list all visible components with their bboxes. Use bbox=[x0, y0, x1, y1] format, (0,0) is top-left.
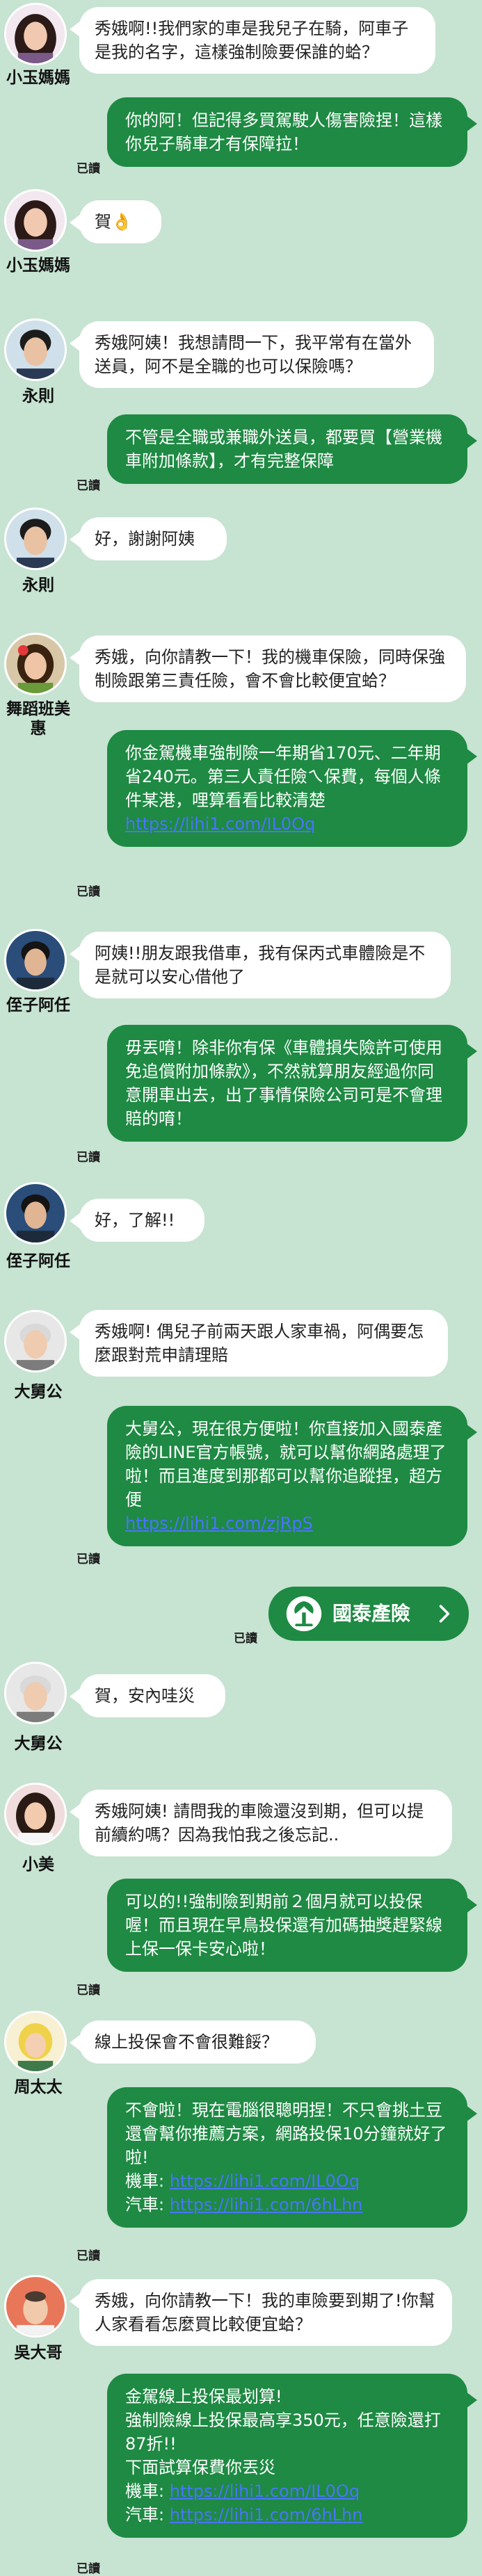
message-bubble: 秀娥阿姨! 請問我的車險還沒到期，但可以提前續約嗎？因為我怕我之後忘記.. bbox=[70, 1790, 452, 1856]
read-receipt: 已讀 bbox=[77, 162, 100, 176]
avatar[interactable] bbox=[4, 1783, 67, 1845]
message-bubble: 你的阿！但記得多買駕駛人傷害險捏！這樣你兒子騎車才有保障拉！ bbox=[107, 97, 477, 167]
avatar[interactable] bbox=[4, 2275, 67, 2338]
sender-name: 小美 bbox=[22, 1856, 54, 1874]
link-label: 汽車: bbox=[125, 2505, 170, 2525]
message-bubble: 線上投保會不會很難餒？ bbox=[70, 2020, 316, 2064]
sender-name: 永則 bbox=[22, 576, 54, 594]
message-bubble: 秀娥啊!!我們家的車是我兒子在騎，阿車子是我的名字，這樣強制險要保誰的蛤？ bbox=[70, 7, 435, 74]
avatar[interactable] bbox=[4, 189, 67, 252]
avatar[interactable] bbox=[4, 929, 67, 991]
read-receipt: 已讀 bbox=[77, 2249, 100, 2263]
message-bubble: 秀娥啊! 偶兒子前兩天跟人家車禍，阿偶要怎麼跟對荒申請理賠 bbox=[70, 1310, 448, 1377]
avatar[interactable] bbox=[4, 2011, 67, 2073]
message-bubble: 不管是全職或兼職外送員，都要買【營業機車附加條款】，才有完整保障 bbox=[107, 414, 477, 484]
message-link[interactable]: https://lihi1.com/6hLhn bbox=[170, 2505, 363, 2525]
message-text: 你金駕機車強制險一年期省170元、二年期省240元。第三人責任險ㄟ保費，每個人條… bbox=[125, 743, 441, 810]
message-bubble: 可以的!!強制險到期前２個月就可以投保喔！而且現在早鳥投保還有加碼抽獎趕緊線上保… bbox=[107, 1879, 477, 1972]
message-bubble: 毋丟唷！除非你有保《車體損失險許可使用免追償附加條款》，不然就算朋友經過你同意開… bbox=[107, 1025, 477, 1142]
message-bubble: 秀娥阿姨！我想請問一下，我平常有在當外送員，阿不是全職的也可以保險嗎？ bbox=[70, 321, 434, 388]
message-bubble: 阿姨!!朋友跟我借車，我有保丙式車體險是不是就可以安心借他了 bbox=[70, 932, 451, 998]
sender-name: 大舅公 bbox=[14, 1735, 63, 1753]
sender-name: 侄子阿任 bbox=[6, 1252, 70, 1270]
official-account-card[interactable]: 國泰產險 bbox=[268, 1587, 469, 1641]
read-receipt: 已讀 bbox=[234, 1632, 257, 1646]
avatar[interactable] bbox=[4, 1310, 67, 1372]
read-receipt: 已讀 bbox=[77, 2562, 100, 2576]
sender-name: 大舅公 bbox=[14, 1383, 63, 1401]
read-receipt: 已讀 bbox=[77, 479, 100, 493]
message-bubble: 你金駕機車強制險一年期省170元、二年期省240元。第三人責任險ㄟ保費，每個人條… bbox=[107, 730, 477, 847]
avatar[interactable] bbox=[4, 508, 67, 570]
link-label: 機車: bbox=[125, 2481, 170, 2501]
message-text: 大舅公，現在很方便啦！你直接加入國泰產險的LINE官方帳號，就可以幫你網路處理了… bbox=[125, 1419, 447, 1509]
message-link[interactable]: https://lihi1.com/IL0Oq bbox=[170, 2481, 360, 2501]
link-label: 汽車: bbox=[125, 2195, 170, 2214]
avatar[interactable] bbox=[4, 1662, 67, 1724]
avatar[interactable] bbox=[4, 3, 67, 65]
sender-name: 吳大哥 bbox=[14, 2344, 63, 2362]
message-bubble: 不會啦！現在電腦很聰明捏！不只會挑土豆還會幫你推薦方案，網路投保10分鐘就好了啦… bbox=[107, 2087, 477, 2228]
read-receipt: 已讀 bbox=[77, 1151, 100, 1165]
read-receipt: 已讀 bbox=[77, 1553, 100, 1566]
sender-name: 永則 bbox=[22, 387, 54, 405]
link-label: 機車: bbox=[125, 2171, 170, 2191]
message-bubble: 金駕線上投保最划算! 強制險線上投保最高享350元，任意險還打87折!! 下面試… bbox=[107, 2374, 477, 2538]
sender-name: 周太太 bbox=[14, 2078, 63, 2096]
sender-name: 侄子阿任 bbox=[6, 996, 70, 1014]
message-text: 金駕線上投保最划算! 強制險線上投保最高享350元，任意險還打87折!! 下面試… bbox=[125, 2387, 441, 2477]
message-link[interactable]: https://lihi1.com/IL0Oq bbox=[170, 2171, 360, 2191]
message-bubble: 賀👌 bbox=[70, 200, 161, 243]
avatar[interactable] bbox=[4, 318, 67, 381]
message-link[interactable]: https://lihi1.com/6hLhn bbox=[170, 2195, 363, 2214]
card-title: 國泰產險 bbox=[332, 1602, 411, 1625]
chevron-right-icon bbox=[439, 1605, 450, 1623]
cathay-logo-icon bbox=[286, 1596, 322, 1632]
message-bubble: 賀，安內哇災 bbox=[70, 1674, 225, 1717]
sender-name: 小玉媽媽 bbox=[6, 69, 70, 87]
message-bubble: 好，了解!! bbox=[70, 1199, 204, 1242]
message-bubble: 大舅公，現在很方便啦！你直接加入國泰產險的LINE官方帳號，就可以幫你網路處理了… bbox=[107, 1406, 477, 1546]
message-text: 不會啦！現在電腦很聰明捏！不只會挑土豆還會幫你推薦方案，網路投保10分鐘就好了啦… bbox=[125, 2100, 447, 2167]
avatar[interactable] bbox=[4, 633, 67, 695]
avatar[interactable] bbox=[4, 1182, 67, 1245]
read-receipt: 已讀 bbox=[77, 1984, 100, 1998]
message-link[interactable]: https://lihi1.com/IL0Oq bbox=[125, 814, 315, 834]
message-bubble: 秀娥，向你請教一下！我的車險要到期了!你幫人家看看怎麼買比較便宜蛤？ bbox=[70, 2279, 452, 2346]
message-link[interactable]: https://lihi1.com/zjRpS bbox=[125, 1514, 313, 1533]
sender-name: 舞蹈班美惠 bbox=[6, 700, 70, 738]
message-bubble: 好，謝謝阿姨 bbox=[70, 517, 227, 560]
sender-name: 小玉媽媽 bbox=[6, 257, 70, 275]
message-bubble: 秀娥，向你請教一下！我的機車保險，同時保強制險跟第三責任險，會不會比較便宜蛤？ bbox=[70, 635, 466, 702]
read-receipt: 已讀 bbox=[77, 885, 100, 899]
